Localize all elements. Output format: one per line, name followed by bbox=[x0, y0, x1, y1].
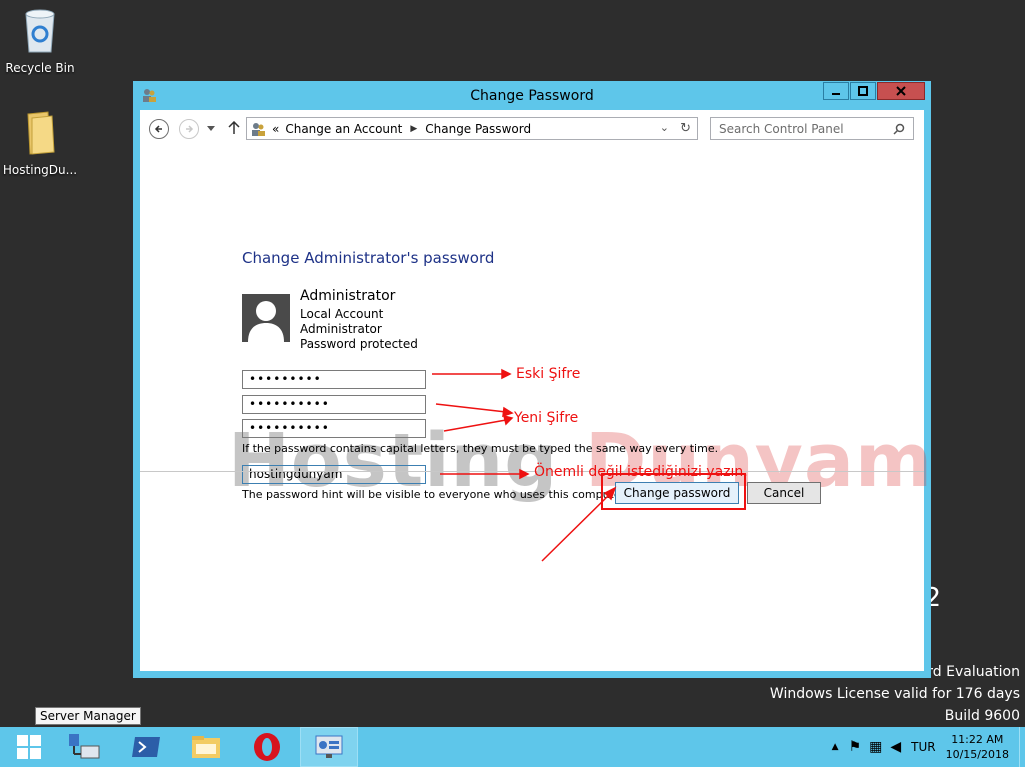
arrow-confirm-password bbox=[443, 419, 507, 432]
control-panel-icon bbox=[315, 735, 343, 758]
taskbar-server-manager[interactable] bbox=[55, 727, 113, 767]
volume-icon[interactable]: ◀ bbox=[890, 739, 901, 755]
annotation-new-password: Yeni Şifre bbox=[514, 410, 579, 426]
desktop-icon-hostingdunyam-folder[interactable]: HostingDu... bbox=[0, 108, 80, 177]
window-title: Change Password bbox=[470, 88, 594, 104]
taskbar: ▲ ⚑ ▦ ◀ TUR 11:22 AM 10/15/2018 bbox=[0, 727, 1025, 767]
desktop-icon-label: Recycle Bin bbox=[5, 61, 75, 75]
powershell-icon bbox=[132, 737, 160, 757]
taskbar-control-panel[interactable] bbox=[300, 727, 358, 767]
action-center-icon[interactable]: ⚑ bbox=[849, 739, 862, 755]
network-icon[interactable]: ▦ bbox=[869, 739, 882, 755]
server-manager-icon bbox=[69, 734, 100, 759]
window-content: « Change an Account ▶ Change Password ⌄ … bbox=[140, 110, 932, 671]
desktop-icon-label: HostingDu... bbox=[2, 163, 78, 177]
recycle-bin-icon bbox=[25, 9, 55, 53]
clock-date: 10/15/2018 bbox=[945, 748, 1009, 761]
arrow-new-password bbox=[435, 403, 507, 413]
clock-time: 11:22 AM bbox=[951, 733, 1004, 746]
evaluation-line-3: Build 9600 bbox=[944, 708, 1020, 724]
arrow-change-button bbox=[541, 493, 611, 562]
system-tray: ▲ ⚑ ▦ ◀ TUR 11:22 AM 10/15/2018 bbox=[832, 727, 1025, 767]
close-icon bbox=[896, 86, 906, 96]
maximize-button[interactable] bbox=[850, 82, 876, 100]
show-desktop-button[interactable] bbox=[1019, 727, 1025, 767]
minimize-button[interactable] bbox=[823, 82, 849, 100]
evaluation-line-2: Windows License valid for 176 days bbox=[769, 686, 1020, 702]
change-password-window: Change Password « Change an Account ▶ Ch… bbox=[133, 81, 932, 678]
maximize-icon bbox=[858, 86, 868, 96]
language-indicator[interactable]: TUR bbox=[911, 740, 935, 754]
windows-logo-icon bbox=[17, 735, 41, 759]
close-button[interactable] bbox=[877, 82, 925, 100]
folder-icon bbox=[27, 111, 55, 155]
file-explorer-icon bbox=[192, 736, 220, 758]
opera-icon bbox=[254, 733, 280, 761]
desktop-icon-recycle-bin[interactable]: Recycle Bin bbox=[0, 6, 80, 75]
title-bar[interactable]: Change Password bbox=[133, 81, 931, 110]
taskbar-file-explorer[interactable] bbox=[177, 727, 235, 767]
start-button[interactable] bbox=[0, 727, 58, 767]
taskbar-powershell[interactable] bbox=[117, 727, 175, 767]
evaluation-line-1: rd Evaluation bbox=[927, 664, 1020, 680]
minimize-icon bbox=[832, 93, 840, 95]
server-manager-tooltip: Server Manager bbox=[35, 707, 141, 725]
annotation-hint: Önemli değil istediğinizi yazın. bbox=[534, 464, 748, 480]
show-hidden-icons-icon[interactable]: ▲ bbox=[832, 742, 839, 752]
annotation-arrows bbox=[432, 368, 617, 562]
taskbar-opera[interactable] bbox=[238, 727, 296, 767]
annotation-old-password: Eski Şifre bbox=[516, 366, 581, 382]
clock[interactable]: 11:22 AM 10/15/2018 bbox=[946, 732, 1009, 762]
